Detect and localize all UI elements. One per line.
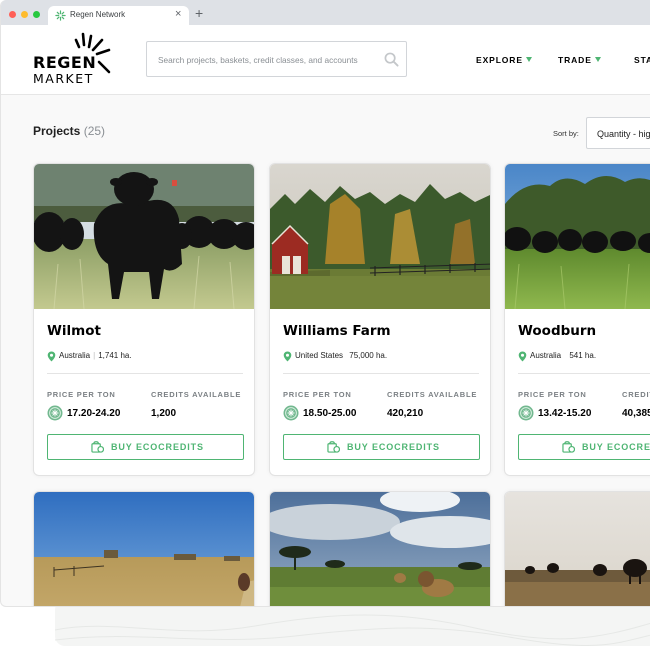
- search-input[interactable]: Search projects, baskets, credit classes…: [146, 41, 407, 77]
- project-location: United States 75,000 ha.: [295, 351, 387, 360]
- search-icon[interactable]: [384, 52, 399, 67]
- project-image[interactable]: [270, 492, 491, 607]
- credits-value: 40,385: [622, 408, 650, 419]
- browser-window: Regen Network × + REGEN MARKET Search pr…: [0, 0, 650, 607]
- price-label: PRICE PER TON: [283, 390, 352, 399]
- ecocredit-icon: [327, 441, 340, 453]
- location-pin-icon: [47, 351, 56, 362]
- close-window-dot[interactable]: [9, 11, 16, 18]
- location-pin-icon: [283, 351, 292, 362]
- nav-stats[interactable]: STA: [634, 55, 650, 65]
- regen-coin-icon: [47, 405, 63, 421]
- location-pin-icon: [518, 351, 527, 362]
- credits-value: 420,210: [387, 408, 424, 419]
- project-card[interactable]: [504, 491, 650, 607]
- project-country: Australia: [530, 351, 562, 360]
- regen-coin-icon: [518, 405, 534, 421]
- ecocredit-icon: [91, 441, 104, 453]
- buy-ecocredits-button[interactable]: BUY ECOCREDITS: [47, 434, 244, 460]
- project-image[interactable]: [505, 492, 650, 607]
- projects-count: (25): [83, 124, 106, 138]
- search-placeholder: Search projects, baskets, credit classes…: [158, 55, 358, 65]
- buy-ecocredits-label: BUY ECOCREDITS: [582, 442, 650, 452]
- project-location: Australia | 1,741 ha.: [59, 351, 132, 360]
- project-country: United States: [295, 351, 344, 360]
- project-image[interactable]: [505, 164, 650, 309]
- logo-regen-text[interactable]: REGEN: [33, 53, 96, 72]
- maximize-window-dot[interactable]: [33, 11, 40, 18]
- project-name[interactable]: Williams Farm: [283, 323, 391, 339]
- project-card[interactable]: [33, 491, 255, 607]
- browser-chrome: Regen Network × +: [1, 0, 650, 25]
- site-header: REGEN MARKET Search projects, baskets, c…: [1, 25, 650, 95]
- credits-label: CREDITS AVAILABLE: [151, 390, 242, 399]
- sort-value: Quantity - hig: [597, 129, 650, 139]
- location-separator: |: [93, 351, 96, 360]
- ecocredit-icon: [562, 441, 575, 453]
- price-value: 18.50-25.00: [303, 408, 357, 419]
- project-card-williams-farm[interactable]: Williams Farm United States 75,000 ha. P…: [269, 163, 491, 476]
- card-divider: [47, 373, 243, 374]
- nav-trade[interactable]: TRADE: [558, 55, 601, 65]
- project-location: Australia 541 ha.: [530, 351, 596, 360]
- price-label: PRICE PER TON: [47, 390, 116, 399]
- sort-select[interactable]: Quantity - hig: [586, 117, 650, 149]
- price-value: 13.42-15.20: [538, 408, 592, 419]
- project-image[interactable]: [34, 492, 255, 607]
- credits-label: CREDITS AVAILABLE: [387, 390, 478, 399]
- nav-explore[interactable]: EXPLORE: [476, 55, 532, 65]
- card-divider: [283, 373, 479, 374]
- chevron-down-icon: [525, 57, 532, 62]
- project-name[interactable]: Woodburn: [518, 323, 596, 339]
- tab-close-icon[interactable]: ×: [175, 8, 181, 20]
- price-label: PRICE PER TON: [518, 390, 587, 399]
- project-area: 75,000 ha.: [349, 351, 388, 360]
- project-card[interactable]: [269, 491, 491, 607]
- location-separator: [345, 351, 347, 360]
- project-area: 541 ha.: [569, 351, 597, 360]
- credits-value: 1,200: [151, 408, 177, 419]
- projects-heading: Projects: [33, 124, 81, 138]
- new-tab-button[interactable]: +: [195, 5, 203, 21]
- project-country: Australia: [59, 351, 91, 360]
- location-separator: [564, 351, 566, 360]
- minimize-window-dot[interactable]: [21, 11, 28, 18]
- nav-trade-label: TRADE: [558, 55, 592, 65]
- project-name[interactable]: Wilmot: [47, 323, 101, 339]
- regen-coin-icon: [283, 405, 299, 421]
- price-value: 17.20-24.20: [67, 408, 121, 419]
- logo-market-text[interactable]: MARKET: [33, 71, 94, 86]
- sort-by-label: Sort by:: [553, 129, 579, 138]
- credits-label: CREDITS AVAILABLE: [622, 390, 650, 399]
- buy-ecocredits-label: BUY ECOCREDITS: [347, 442, 440, 452]
- regen-favicon-icon: [55, 10, 66, 21]
- project-image[interactable]: [34, 164, 255, 309]
- buy-ecocredits-button[interactable]: BUY ECOCREDITS: [283, 434, 480, 460]
- project-image[interactable]: [270, 164, 491, 309]
- project-card-woodburn[interactable]: Woodburn Australia 541 ha. PRICE PER TON…: [504, 163, 650, 476]
- buy-ecocredits-label: BUY ECOCREDITS: [111, 442, 204, 452]
- project-card-wilmot[interactable]: Wilmot Australia | 1,741 ha. PRICE PER TON…: [33, 163, 255, 476]
- page-title: Projects (25): [33, 124, 105, 138]
- tab-title: Regen Network: [70, 10, 126, 19]
- card-divider: [518, 373, 650, 374]
- browser-tab[interactable]: Regen Network ×: [48, 6, 189, 25]
- project-area: 1,741 ha.: [98, 351, 132, 360]
- nav-explore-label: EXPLORE: [476, 55, 523, 65]
- chevron-down-icon: [594, 57, 601, 62]
- nav-stats-label: STA: [634, 55, 650, 65]
- buy-ecocredits-button[interactable]: BUY ECOCREDITS: [518, 434, 650, 460]
